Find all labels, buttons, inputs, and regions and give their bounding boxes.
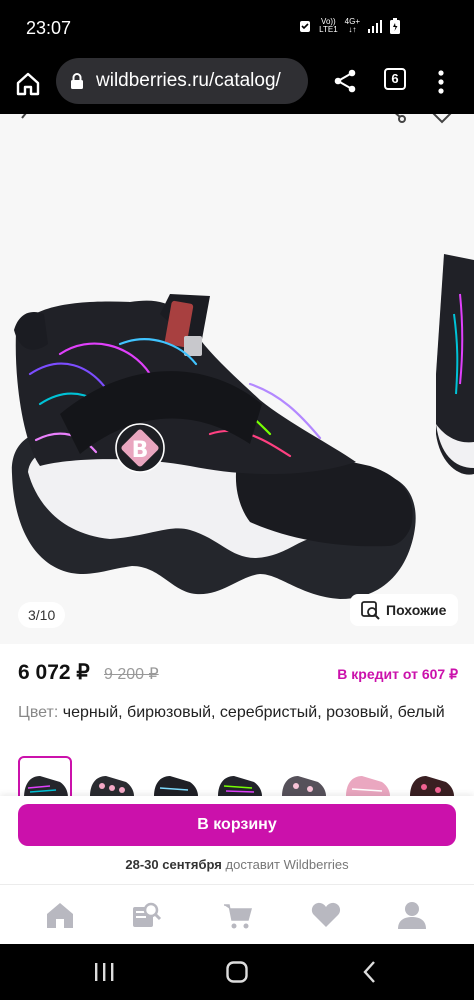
product-image-shoe: B: [11, 294, 416, 599]
brand-badge: B: [115, 423, 165, 473]
delivery-dates: 28-30 сентября: [125, 857, 222, 872]
address-bar[interactable]: wildberries.ru/catalog/: [56, 58, 308, 104]
next-product-image: [436, 254, 474, 475]
profile-icon[interactable]: [396, 899, 428, 931]
color-info: Цвет: черный, бирюзовый, серебристый, ро…: [18, 702, 458, 724]
recents-icon[interactable]: [92, 960, 116, 984]
image-counter: 3/10: [18, 602, 66, 628]
favorite-outline-icon[interactable]: [430, 114, 454, 126]
back-icon[interactable]: [358, 960, 382, 984]
similar-search-icon: [361, 601, 380, 620]
net2-bottom-label: ↓↑: [348, 25, 357, 34]
color-label: Цвет:: [18, 704, 59, 721]
color-variant-thumb[interactable]: [340, 756, 394, 796]
battery-icon: [390, 18, 400, 34]
browser-toolbar: wildberries.ru/catalog/ 6: [0, 58, 474, 114]
tabs-button[interactable]: 6: [384, 68, 406, 90]
share-icon[interactable]: [332, 68, 358, 94]
old-price: 9 200 ₽: [104, 666, 159, 683]
home-icon[interactable]: [14, 70, 42, 98]
color-variant-thumb[interactable]: [276, 756, 330, 796]
home-icon[interactable]: [44, 899, 76, 931]
url-text: wildberries.ru/catalog/: [96, 70, 281, 91]
price-row: 6 072 ₽ 9 200 ₽ В кредит от 607 ₽: [18, 660, 458, 690]
share-icon[interactable]: [386, 114, 408, 126]
signal-icon: [368, 20, 382, 33]
product-gallery[interactable]: B 3/10 Похожие: [0, 114, 474, 644]
network-indicator-1: Vo)) LTE1: [319, 18, 338, 34]
similar-label: Похожие: [386, 602, 447, 618]
net-bottom-label: LTE1: [319, 25, 338, 34]
color-variant-thumb[interactable]: [148, 756, 202, 796]
favorites-icon[interactable]: [310, 899, 342, 931]
lock-icon: [71, 73, 83, 89]
network-indicator-2: 4G+ ↓↑: [345, 18, 360, 34]
color-variant-thumb[interactable]: [404, 756, 458, 796]
home-circle-icon[interactable]: [225, 960, 249, 984]
more-vert-icon[interactable]: [436, 69, 446, 95]
buy-panel: В корзину 28-30 сентября доставит Wildbe…: [0, 796, 474, 884]
color-value: черный, бирюзовый, серебристый, розовый,…: [62, 704, 445, 721]
color-variant-thumb[interactable]: [84, 756, 138, 796]
credit-link[interactable]: В кредит от 607 ₽: [337, 666, 458, 683]
alarm-icon: [300, 21, 311, 32]
color-variant-thumb[interactable]: [18, 756, 72, 796]
status-icons: Vo)) LTE1 4G+ ↓↑: [298, 18, 400, 34]
delivery-text: доставит Wildberries: [225, 857, 349, 872]
back-chevron-icon[interactable]: [14, 114, 36, 126]
catalog-search-icon[interactable]: [130, 899, 162, 931]
status-time: 23:07: [26, 18, 72, 38]
app-screen: 23:07 Vo)) LTE1 4G+ ↓↑ wildberries.ru/cata…: [0, 0, 474, 1000]
svg-text:B: B: [132, 438, 149, 463]
system-navigation: [0, 944, 474, 1000]
status-bar: 23:07 Vo)) LTE1 4G+ ↓↑: [0, 0, 474, 58]
bottom-navigation: [0, 884, 474, 944]
add-to-cart-button[interactable]: В корзину: [18, 804, 456, 846]
delivery-info: 28-30 сентября доставит Wildberries: [0, 857, 474, 872]
color-variant-thumb[interactable]: [212, 756, 266, 796]
similar-button[interactable]: Похожие: [350, 594, 458, 626]
color-variants: [18, 756, 474, 796]
current-price: 6 072 ₽: [18, 661, 90, 684]
cart-icon[interactable]: [222, 899, 254, 931]
